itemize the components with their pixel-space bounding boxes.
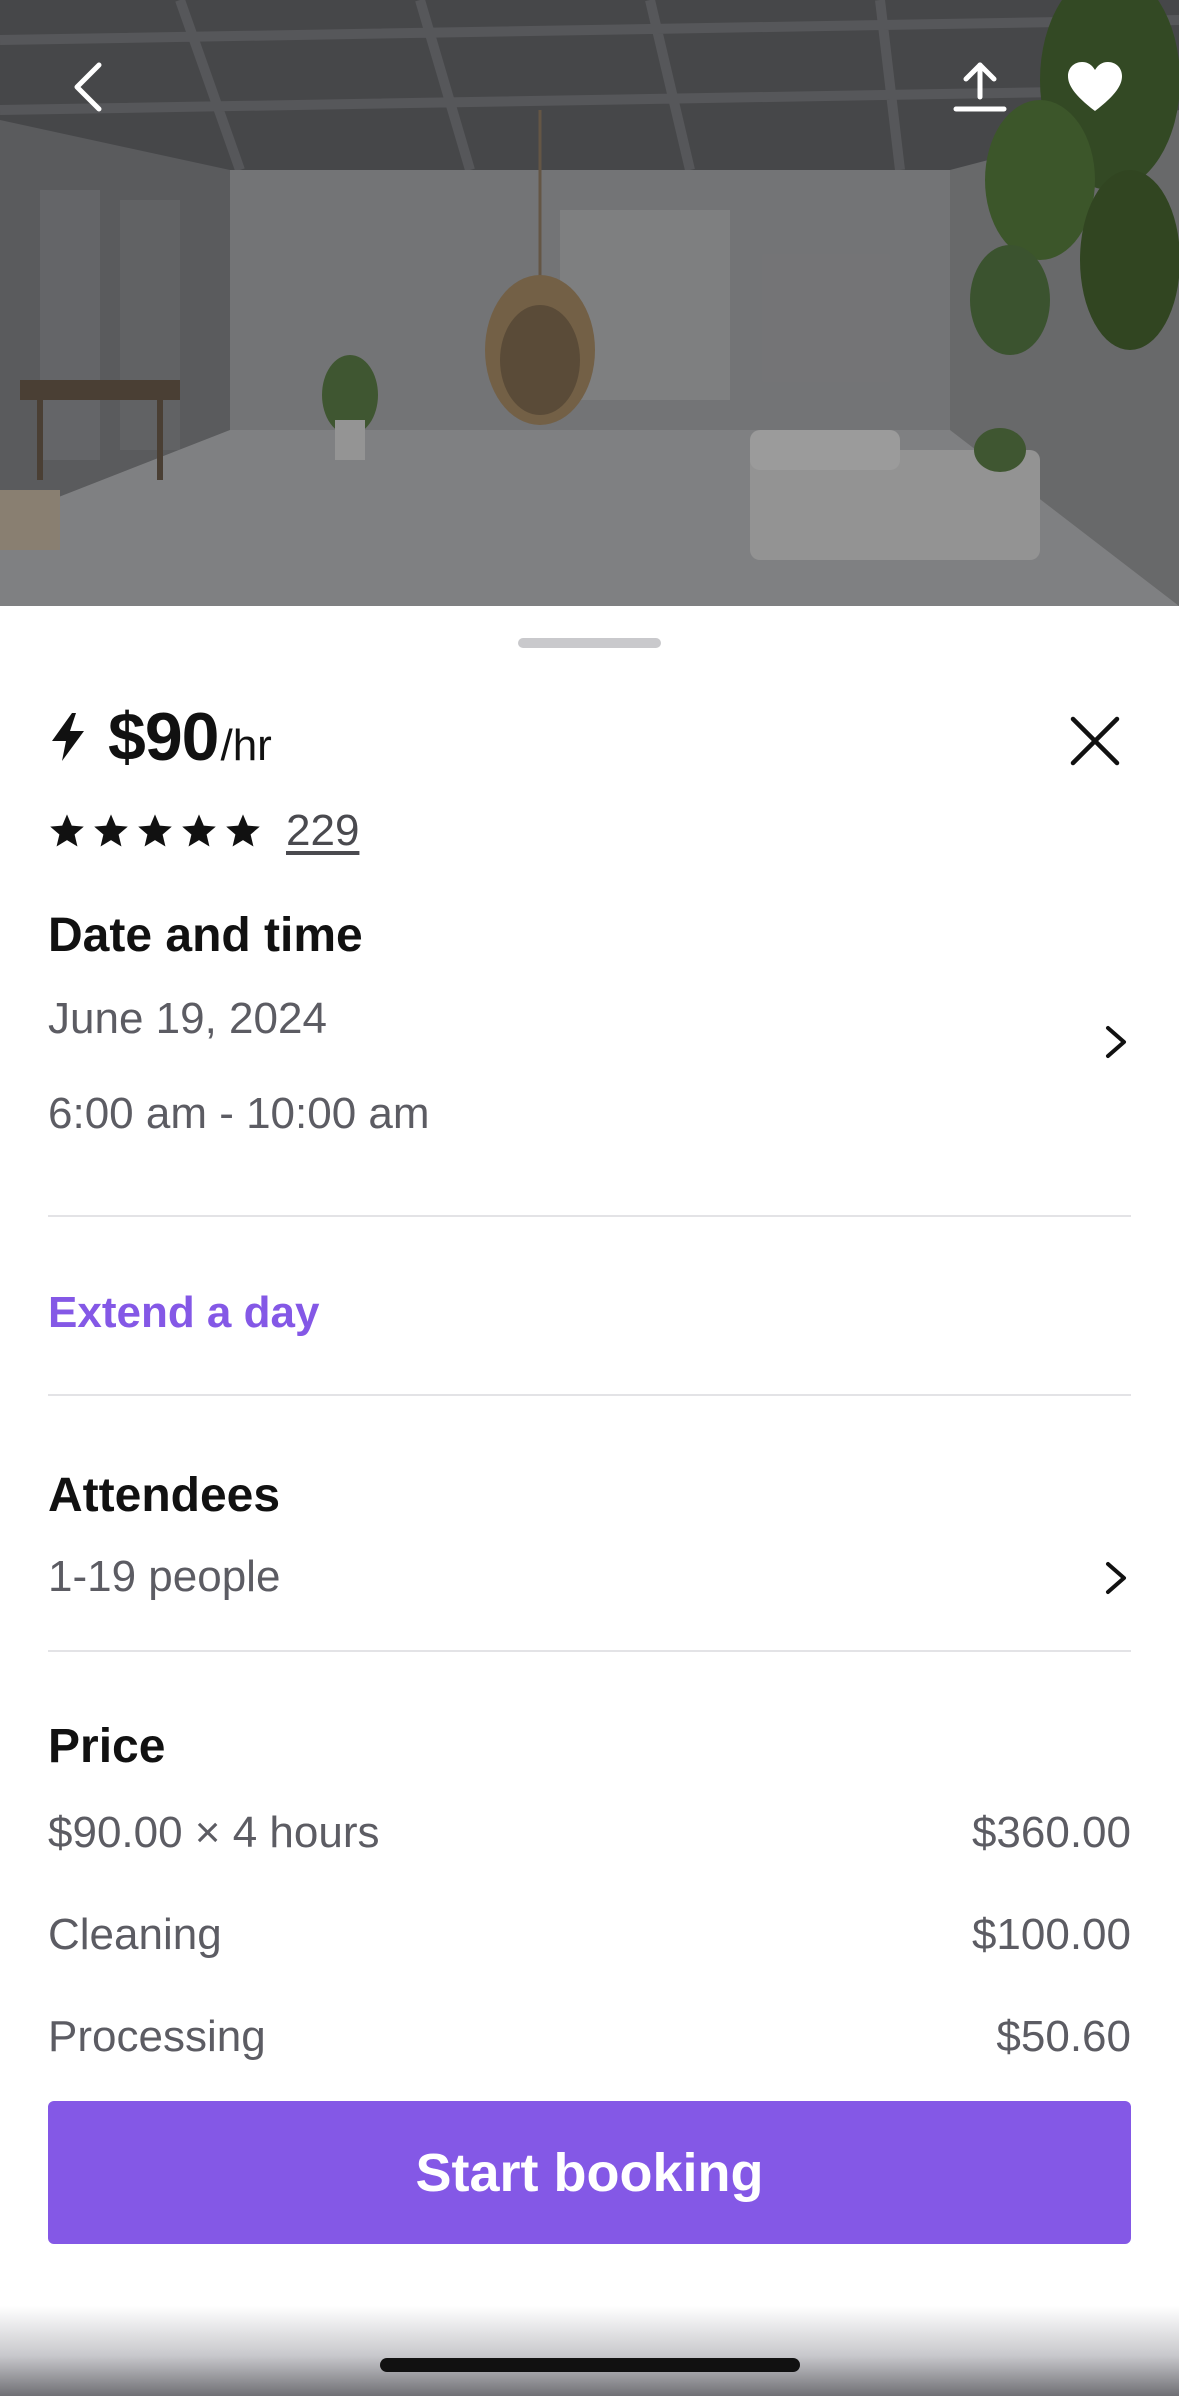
date-time-row[interactable]: Date and time June 19, 2024 6:00 am - 10…	[48, 896, 1131, 1176]
star-icon	[182, 814, 216, 847]
star-rating	[48, 812, 262, 850]
line-item-amount: $100.00	[971, 1910, 1131, 1959]
price-line-item: Processing $50.60	[48, 2012, 1131, 2062]
attendees-title: Attendees	[48, 1469, 281, 1522]
attendees-row[interactable]: Attendees 1-19 people	[48, 1456, 1131, 1626]
divider	[48, 1650, 1131, 1652]
star-icon	[226, 814, 260, 847]
star-icon	[50, 814, 84, 847]
star-icon	[138, 814, 172, 847]
price-line-item: $90.00 × 4 hours $360.00	[48, 1808, 1131, 1858]
price-unit: /hr	[220, 721, 272, 770]
booking-sheet: $90 /hr 229 Date and time June 19, 2024 …	[0, 606, 1179, 2396]
review-count-link[interactable]: 229	[286, 806, 359, 856]
date-time-title: Date and time	[48, 909, 363, 962]
hourly-price: $90	[108, 699, 219, 775]
divider	[48, 1394, 1131, 1396]
attendees-value: 1-19 people	[48, 1552, 281, 1601]
booking-date: June 19, 2024	[48, 994, 327, 1043]
start-booking-button[interactable]: Start booking	[48, 2101, 1131, 2244]
line-item-amount: $360.00	[971, 1808, 1131, 1857]
line-item-amount: $50.60	[996, 2012, 1131, 2061]
chevron-left-icon	[74, 62, 102, 112]
rating: 229	[48, 806, 359, 856]
booking-time: 6:00 am - 10:00 am	[48, 1089, 430, 1138]
lightning-bolt-icon	[52, 713, 84, 761]
hero-photo	[0, 0, 1179, 606]
divider	[48, 1215, 1131, 1217]
chevron-right-icon	[1106, 1026, 1126, 1058]
price-header: $90 /hr	[48, 698, 272, 776]
chevron-right-icon	[1106, 1562, 1126, 1594]
line-item-label: Processing	[48, 2012, 266, 2061]
price-title: Price	[48, 1720, 166, 1773]
share-button[interactable]	[945, 52, 1015, 122]
back-button[interactable]	[52, 52, 122, 122]
line-item-label: Cleaning	[48, 1910, 222, 1959]
share-upload-icon	[953, 62, 1007, 112]
extend-a-day-link[interactable]: Extend a day	[48, 1288, 319, 1338]
price-line-item: Cleaning $100.00	[48, 1910, 1131, 1960]
home-indicator[interactable]	[380, 2358, 800, 2372]
close-button[interactable]	[1062, 708, 1128, 774]
favorite-button[interactable]	[1060, 52, 1130, 122]
star-icon	[94, 814, 128, 847]
line-item-label: $90.00 × 4 hours	[48, 1808, 380, 1857]
heart-icon	[1068, 62, 1122, 111]
sheet-grabber[interactable]	[518, 638, 661, 648]
bottom-fade	[0, 2306, 1179, 2396]
close-icon	[1070, 716, 1120, 766]
